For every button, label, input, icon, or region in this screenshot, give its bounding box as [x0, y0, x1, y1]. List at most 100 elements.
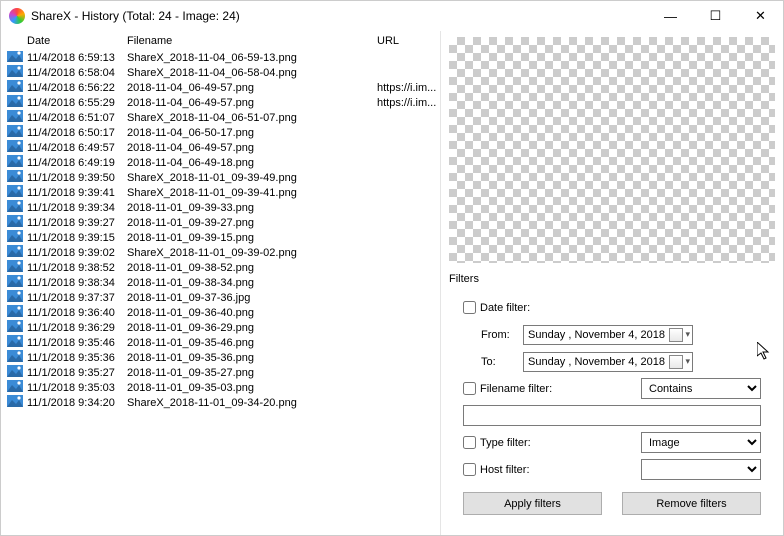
table-row[interactable]: 11/4/2018 6:56:222018-11-04_06-49-57.png… [1, 81, 440, 96]
table-row[interactable]: 11/4/2018 6:59:13ShareX_2018-11-04_06-59… [1, 51, 440, 66]
table-row[interactable]: 11/4/2018 6:55:292018-11-04_06-49-57.png… [1, 96, 440, 111]
table-row[interactable]: 11/1/2018 9:39:50ShareX_2018-11-01_09-39… [1, 171, 440, 186]
host-filter-checkbox[interactable] [463, 463, 476, 476]
type-filter-select[interactable]: Image [641, 432, 761, 453]
cell-filename: 2018-11-01_09-35-03.png [127, 381, 377, 396]
table-row[interactable]: 11/1/2018 9:39:02ShareX_2018-11-01_09-39… [1, 246, 440, 261]
table-row[interactable]: 11/4/2018 6:49:192018-11-04_06-49-18.png [1, 156, 440, 171]
cell-filename: 2018-11-01_09-39-27.png [127, 216, 377, 231]
table-row[interactable]: 11/4/2018 6:51:07ShareX_2018-11-04_06-51… [1, 111, 440, 126]
cell-url: https://i.im... [377, 81, 440, 96]
cell-date: 11/1/2018 9:38:34 [27, 276, 127, 291]
cell-filename: 2018-11-04_06-49-57.png [127, 81, 377, 96]
cell-date: 11/4/2018 6:49:57 [27, 141, 127, 156]
table-row[interactable]: 11/1/2018 9:38:522018-11-01_09-38-52.png [1, 261, 440, 276]
date-filter-checkbox[interactable] [463, 301, 476, 314]
cell-date: 11/4/2018 6:49:19 [27, 156, 127, 171]
window-controls: — ☐ ✕ [648, 1, 783, 31]
cell-date: 11/1/2018 9:35:46 [27, 336, 127, 351]
minimize-button[interactable]: — [648, 1, 693, 31]
filename-filter-label: Filename filter: [480, 383, 552, 395]
titlebar[interactable]: ShareX - History (Total: 24 - Image: 24)… [1, 1, 783, 31]
image-icon [7, 395, 27, 412]
filename-filter-mode[interactable]: Contains [641, 378, 761, 399]
filename-filter-checkbox[interactable] [463, 382, 476, 395]
content-area: Date Filename URL 11/4/2018 6:59:13Share… [1, 31, 783, 535]
table-row[interactable]: 11/1/2018 9:36:292018-11-01_09-36-29.png [1, 321, 440, 336]
cell-filename: 2018-11-01_09-39-15.png [127, 231, 377, 246]
cell-date: 11/1/2018 9:35:27 [27, 366, 127, 381]
cell-filename: 2018-11-01_09-39-33.png [127, 201, 377, 216]
table-row[interactable]: 11/1/2018 9:37:372018-11-01_09-37-36.jpg [1, 291, 440, 306]
cell-date: 11/1/2018 9:36:40 [27, 306, 127, 321]
to-label: To: [463, 356, 523, 368]
table-row[interactable]: 11/4/2018 6:50:172018-11-04_06-50-17.png [1, 126, 440, 141]
cell-filename: 2018-11-04_06-49-18.png [127, 156, 377, 171]
cell-filename: ShareX_2018-11-04_06-58-04.png [127, 66, 377, 81]
cell-date: 11/1/2018 9:39:34 [27, 201, 127, 216]
cell-filename: ShareX_2018-11-04_06-51-07.png [127, 111, 377, 126]
cell-filename: 2018-11-01_09-35-36.png [127, 351, 377, 366]
cell-filename: ShareX_2018-11-01_09-39-49.png [127, 171, 377, 186]
cell-date: 11/1/2018 9:39:15 [27, 231, 127, 246]
cell-filename: 2018-11-04_06-49-57.png [127, 96, 377, 111]
cell-date: 11/1/2018 9:35:03 [27, 381, 127, 396]
cell-date: 11/4/2018 6:50:17 [27, 126, 127, 141]
cell-filename: 2018-11-04_06-50-17.png [127, 126, 377, 141]
filters-heading: Filters [449, 273, 775, 285]
table-row[interactable]: 11/1/2018 9:35:462018-11-01_09-35-46.png [1, 336, 440, 351]
table-row[interactable]: 11/1/2018 9:38:342018-11-01_09-38-34.png [1, 276, 440, 291]
table-row[interactable]: 11/1/2018 9:39:41ShareX_2018-11-01_09-39… [1, 186, 440, 201]
cell-date: 11/4/2018 6:55:29 [27, 96, 127, 111]
cell-filename: ShareX_2018-11-04_06-59-13.png [127, 51, 377, 66]
cell-date: 11/1/2018 9:38:52 [27, 261, 127, 276]
table-row[interactable]: 11/1/2018 9:39:342018-11-01_09-39-33.png [1, 201, 440, 216]
cell-date: 11/1/2018 9:39:41 [27, 186, 127, 201]
cell-date: 11/1/2018 9:37:37 [27, 291, 127, 306]
table-row[interactable]: 11/1/2018 9:35:032018-11-01_09-35-03.png [1, 381, 440, 396]
cell-filename: 2018-11-01_09-37-36.jpg [127, 291, 377, 306]
cell-date: 11/1/2018 9:39:27 [27, 216, 127, 231]
filename-filter-input[interactable] [463, 405, 761, 426]
cell-filename: 2018-11-01_09-35-46.png [127, 336, 377, 351]
cell-filename: 2018-11-01_09-36-40.png [127, 306, 377, 321]
cell-filename: 2018-11-01_09-35-27.png [127, 366, 377, 381]
cell-filename: ShareX_2018-11-01_09-39-02.png [127, 246, 377, 261]
table-row[interactable]: 11/1/2018 9:35:272018-11-01_09-35-27.png [1, 366, 440, 381]
list-header: Date Filename URL [1, 31, 440, 51]
maximize-button[interactable]: ☐ [693, 1, 738, 31]
table-row[interactable]: 11/4/2018 6:58:04ShareX_2018-11-04_06-58… [1, 66, 440, 81]
table-row[interactable]: 11/1/2018 9:39:152018-11-01_09-39-15.png [1, 231, 440, 246]
calendar-icon [669, 355, 683, 369]
cell-filename: 2018-11-01_09-38-34.png [127, 276, 377, 291]
cell-filename: 2018-11-01_09-36-29.png [127, 321, 377, 336]
column-date[interactable]: Date [27, 35, 127, 47]
host-filter-select[interactable] [641, 459, 761, 480]
column-url[interactable]: URL [377, 35, 440, 47]
table-row[interactable]: 11/1/2018 9:34:20ShareX_2018-11-01_09-34… [1, 396, 440, 411]
chevron-down-icon: ▾ [685, 329, 690, 340]
table-row[interactable]: 11/1/2018 9:35:362018-11-01_09-35-36.png [1, 351, 440, 366]
table-row[interactable]: 11/4/2018 6:49:572018-11-04_06-49-57.png [1, 141, 440, 156]
right-panel: Filters Date filter: From: Sunday , Nove… [441, 31, 783, 535]
date-filter-label: Date filter: [480, 302, 530, 314]
date-from-picker[interactable]: Sunday , November 4, 2018 ▾ [523, 325, 693, 345]
apply-filters-button[interactable]: Apply filters [463, 492, 602, 515]
cell-filename: ShareX_2018-11-01_09-39-41.png [127, 186, 377, 201]
cell-date: 11/4/2018 6:59:13 [27, 51, 127, 66]
history-list[interactable]: 11/4/2018 6:59:13ShareX_2018-11-04_06-59… [1, 51, 440, 535]
table-row[interactable]: 11/1/2018 9:39:272018-11-01_09-39-27.png [1, 216, 440, 231]
table-row[interactable]: 11/1/2018 9:36:402018-11-01_09-36-40.png [1, 306, 440, 321]
remove-filters-button[interactable]: Remove filters [622, 492, 761, 515]
type-filter-checkbox[interactable] [463, 436, 476, 449]
host-filter-label: Host filter: [480, 464, 530, 476]
cell-filename: ShareX_2018-11-01_09-34-20.png [127, 396, 377, 411]
cell-date: 11/4/2018 6:51:07 [27, 111, 127, 126]
close-button[interactable]: ✕ [738, 1, 783, 31]
date-to-picker[interactable]: Sunday , November 4, 2018 ▾ [523, 352, 693, 372]
history-list-panel: Date Filename URL 11/4/2018 6:59:13Share… [1, 31, 441, 535]
column-filename[interactable]: Filename [127, 35, 377, 47]
window: ShareX - History (Total: 24 - Image: 24)… [0, 0, 784, 536]
cell-date: 11/1/2018 9:36:29 [27, 321, 127, 336]
cell-date: 11/1/2018 9:34:20 [27, 396, 127, 411]
